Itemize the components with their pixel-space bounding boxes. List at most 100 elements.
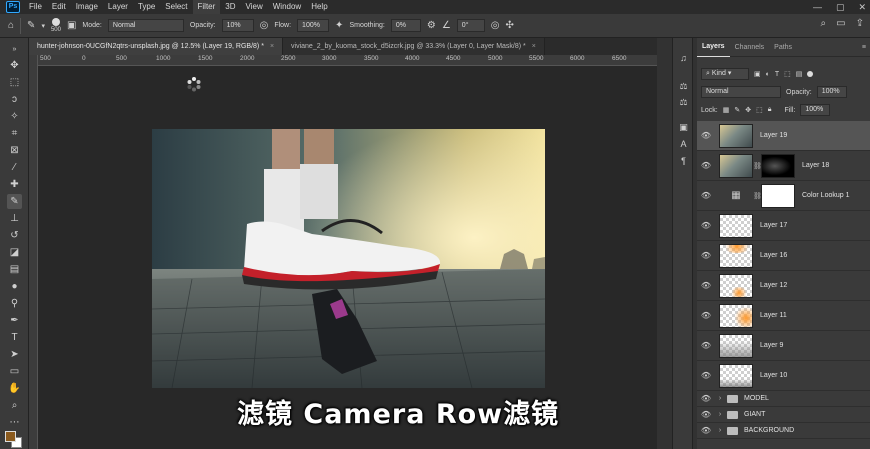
filter-shape-icon[interactable]: ⬚ [784,70,791,78]
layer-row-layer-11[interactable]: 👁︎ Layer 11 [697,301,870,331]
menu-help[interactable]: Help [306,0,332,14]
character-panel-icon[interactable]: A [677,138,690,151]
lasso-tool-icon[interactable]: ↄ [7,92,22,107]
gradient-tool-icon[interactable]: ▤ [7,262,22,277]
healing-brush-tool-icon[interactable]: ✚ [7,177,22,192]
mask-link-icon[interactable]: ⛓︎ [753,192,762,200]
close-icon[interactable]: ✕ [858,0,866,14]
fill-field[interactable]: 100% [800,104,831,116]
menu-image[interactable]: Image [71,0,103,14]
adjustments-panel-icon[interactable]: ⚖ [677,96,690,109]
pressure-opacity-icon[interactable]: ◎ [260,20,269,31]
visibility-eye-icon[interactable]: 👁︎ [697,394,715,403]
mode-select[interactable]: Normal [107,19,184,32]
lock-position-icon[interactable]: ✥ [745,106,751,114]
document-artwork[interactable] [152,129,545,388]
blend-mode-select[interactable]: Normal [701,86,781,98]
visibility-eye-icon[interactable]: 👁︎ [697,426,715,435]
blur-tool-icon[interactable]: ● [7,279,22,294]
layer-group-giant[interactable]: 👁︎ › GIANT [697,407,870,423]
clone-stamp-tool-icon[interactable]: ⊥ [7,211,22,226]
marquee-tool-icon[interactable]: ⬚ [7,75,22,90]
lock-transparent-icon[interactable]: ▦ [723,106,730,114]
eyedropper-tool-icon[interactable]: ⁄ [7,160,22,175]
quick-select-tool-icon[interactable]: ✧ [7,109,22,124]
maximize-icon[interactable]: ▢ [836,0,845,14]
filter-type-icon[interactable]: T [775,71,779,78]
filter-toggle-icon[interactable] [807,71,814,77]
menu-layer[interactable]: Layer [103,0,133,14]
tab-viviane[interactable]: viviane_2_by_kuoma_stock_d5izcrk.jpg @ 3… [283,38,545,55]
layer-group-model[interactable]: 👁︎ › MODEL [697,391,870,407]
visibility-eye-icon[interactable]: 👁︎ [697,311,715,320]
menu-type[interactable]: Type [133,0,160,14]
layer-row-layer-12[interactable]: 👁︎ Layer 12 [697,271,870,301]
visibility-eye-icon[interactable]: 👁︎ [697,131,715,140]
dodge-tool-icon[interactable]: ⚲ [7,296,22,311]
mask-link-icon[interactable]: ⛓︎ [753,162,762,170]
layer-row-layer-18[interactable]: 👁︎ ⛓︎ Layer 18 [697,151,870,181]
more-tools-icon[interactable]: ⋯ [7,415,22,430]
brush-settings-icon[interactable]: ▣ [67,20,76,31]
layer-opacity-field[interactable]: 100% [816,86,847,98]
lock-all-icon[interactable]: 🔒︎ [768,106,772,114]
frame-tool-icon[interactable]: ⊠ [7,143,22,158]
minimize-icon[interactable]: — [813,0,822,14]
tab-layers[interactable]: Layers [697,37,730,57]
shape-tool-icon[interactable]: ▭ [7,364,22,379]
move-tool-icon[interactable]: ✥ [7,58,22,73]
close-tab-icon[interactable]: × [532,43,536,50]
type-tool-icon[interactable]: T [7,330,22,345]
pressure-size-icon[interactable]: ◎ [491,20,500,31]
visibility-eye-icon[interactable]: 👁︎ [697,341,715,350]
history-panel-icon[interactable]: ♫ [677,52,690,65]
collapse-icon[interactable]: » [7,42,22,57]
path-selection-tool-icon[interactable]: ➤ [7,347,22,362]
gear-icon[interactable]: ⚙ [427,20,436,31]
hand-tool-icon[interactable]: ✋ [7,381,22,396]
menu-select[interactable]: Select [160,0,192,14]
share-icon[interactable]: ⇪ [856,18,864,29]
visibility-eye-icon[interactable]: 👁︎ [697,371,715,380]
menu-file[interactable]: File [24,0,47,14]
pen-tool-icon[interactable]: ✒ [7,313,22,328]
properties-panel-icon[interactable]: ⚖ [677,80,690,93]
layer-mask-thumbnail[interactable] [761,183,795,208]
smoothing-field[interactable]: 0% [390,19,421,32]
workspace-icon[interactable]: ▭ [836,18,845,29]
visibility-eye-icon[interactable]: 👁︎ [697,410,715,419]
layer-row-layer-16[interactable]: 👁︎ Layer 16 [697,241,870,271]
visibility-eye-icon[interactable]: 👁︎ [697,251,715,260]
history-brush-tool-icon[interactable]: ↺ [7,228,22,243]
kind-filter-select[interactable]: ⌕ Kind ▾ [701,68,749,80]
lock-pixels-icon[interactable]: ✎ [734,106,740,114]
panel-menu-icon[interactable]: ≡ [862,44,870,51]
brush-preset-picker[interactable]: 500 [51,17,61,34]
crop-tool-icon[interactable]: ⌗ [7,126,22,141]
symmetry-icon[interactable]: ✣ [506,20,514,31]
menu-filter[interactable]: Filter [192,0,221,14]
flow-field[interactable]: 100% [297,19,330,32]
menu-3d[interactable]: 3D [220,0,240,14]
menu-edit[interactable]: Edit [47,0,71,14]
eraser-tool-icon[interactable]: ◪ [7,245,22,260]
filter-smart-object-icon[interactable]: ▤ [796,70,803,78]
layer-row-layer-17[interactable]: 👁︎ Layer 17 [697,211,870,241]
angle-field[interactable]: 0° [456,19,485,32]
filter-adjustment-icon[interactable]: ◐ [766,71,770,78]
layer-row-color-lookup-1[interactable]: 👁︎ ▦ ⛓︎ Color Lookup 1 [697,181,870,211]
zoom-tool-icon[interactable]: ⌕ [7,398,22,413]
chevron-down-icon[interactable]: ▾ [41,22,45,30]
tab-paths[interactable]: Paths [769,38,797,57]
visibility-eye-icon[interactable]: 👁︎ [697,221,715,230]
chevron-right-icon[interactable]: › [715,411,725,418]
layer-group-background[interactable]: 👁︎ › BACKGROUND [697,423,870,439]
libraries-panel-icon[interactable]: ▣ [677,121,690,134]
foreground-color-swatch[interactable] [5,431,16,442]
visibility-eye-icon[interactable]: 👁︎ [697,281,715,290]
layer-row-layer-10[interactable]: 👁︎ Layer 10 [697,361,870,391]
chevron-right-icon[interactable]: › [715,395,725,402]
layer-row-layer-19[interactable]: 👁︎ Layer 19 [697,121,870,151]
tab-channels[interactable]: Channels [730,38,770,57]
home-icon[interactable]: ⌂ [8,20,14,31]
